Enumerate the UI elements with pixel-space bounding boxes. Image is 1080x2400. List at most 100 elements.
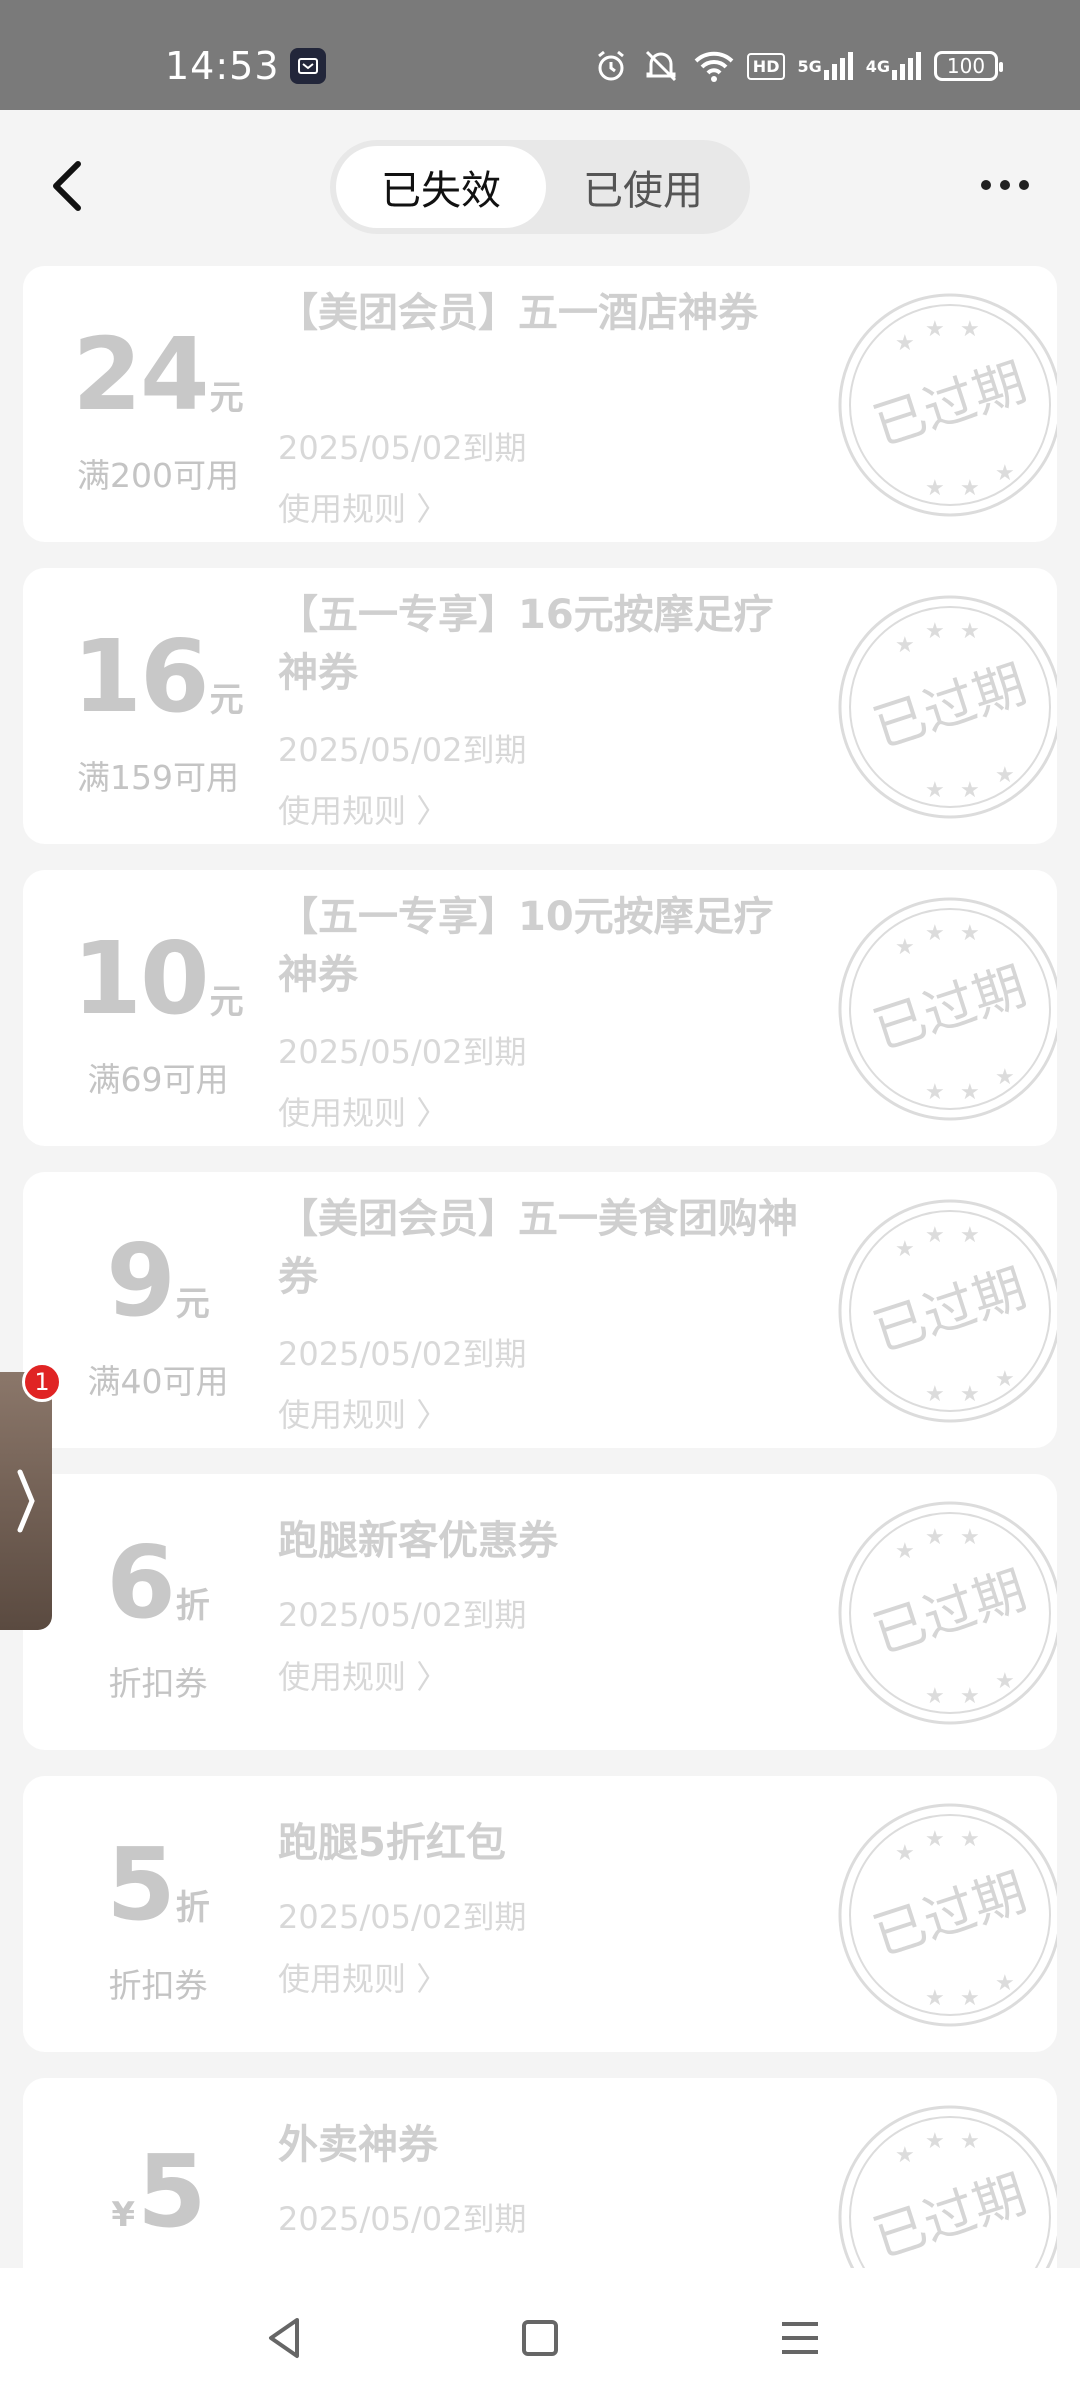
floating-side-tab[interactable] [0,1372,52,1630]
tab-used[interactable]: 已使用 [538,146,748,228]
svg-text:★: ★ [960,619,980,644]
notification-badge: 1 [22,1362,62,1402]
coupon-condition: 满200可用 [77,456,239,495]
svg-text:★: ★ [995,1367,1015,1392]
coupon-expiry: 2025/05/02到期 [278,731,527,769]
svg-text:已过期: 已过期 [867,654,1034,759]
svg-text:★: ★ [960,778,980,803]
svg-text:★: ★ [960,2129,980,2154]
triangle-back-icon [269,2318,299,2358]
svg-text:★: ★ [925,1684,945,1709]
coupon-expiry: 2025/05/02到期 [278,429,527,467]
coupon-amount: ¥5 [111,2133,206,2250]
svg-text:★: ★ [960,1525,980,1550]
more-dot-icon [981,180,991,190]
svg-text:★: ★ [895,1539,915,1564]
svg-text:★: ★ [995,1971,1015,1996]
hd-icon: HD [746,52,786,80]
svg-text:★: ★ [995,1669,1015,1694]
svg-text:已过期: 已过期 [867,1258,1034,1363]
status-segmented-control: 已失效 已使用 [330,140,750,234]
coupon-amount: 16元 [72,618,244,735]
expired-stamp-icon: ★ ★ ★ ★ ★ ★ 已过期 [838,1501,1057,1725]
tab-expired[interactable]: 已失效 [336,146,546,228]
svg-text:★: ★ [925,1080,945,1105]
svg-text:★: ★ [995,763,1015,788]
svg-text:★: ★ [960,1684,980,1709]
svg-text:★: ★ [925,778,945,803]
alarm-icon [593,48,629,84]
coupon-rules-link[interactable]: 使用规则 〉 [278,484,448,530]
coupon-title: 跑腿5折红包 [278,1820,506,1866]
svg-text:已过期: 已过期 [867,956,1034,1061]
coupon-amount: 6折 [106,1524,210,1641]
svg-text:★: ★ [960,1827,980,1852]
coupon-amount: 5折 [106,1826,210,1943]
coupon-amount: 9元 [106,1222,210,1339]
svg-text:★: ★ [960,1986,980,2011]
svg-text:★: ★ [960,1223,980,1248]
nav-menu-button[interactable] [770,2308,830,2368]
battery-icon: 100 [934,51,1003,81]
expired-stamp-icon: ★ ★ ★ ★ ★ ★ 已过期 [838,897,1057,1121]
coupon-expiry: 2025/05/02到期 [278,1335,527,1373]
coupon-rules-link[interactable]: 使用规则 〉 [278,1390,448,1436]
svg-text:★: ★ [995,461,1015,486]
coupon-condition: 折扣券 [108,1664,208,1703]
system-nav-bar [0,2268,1080,2400]
status-time: 14:53 [165,44,280,88]
coupon-rules-link[interactable]: 使用规则 〉 [278,1088,448,1134]
coupon-amount: 10元 [72,920,244,1037]
back-button[interactable] [40,150,100,220]
svg-text:★: ★ [895,1237,915,1262]
svg-text:★: ★ [895,2143,915,2168]
coupon-card[interactable]: 6折 折扣券 跑腿新客优惠券 2025/05/02到期 使用规则 〉 ★ ★ ★ ★… [23,1474,1057,1750]
menu-icon [782,2322,818,2354]
svg-text:★: ★ [960,921,980,946]
wifi-icon [693,49,735,83]
expired-stamp-icon: ★ ★ ★ ★ ★ ★ 已过期 [838,293,1057,517]
svg-text:已过期: 已过期 [867,352,1034,457]
coupon-card[interactable]: 9元 满40可用 【美团会员】五一美食团购神券 2025/05/02到期 使用规… [23,1172,1057,1448]
coupon-card[interactable]: ¥5 外卖神券 2025/05/02到期 ★ ★ ★ 已过期 [23,2078,1057,2268]
coupon-condition: 满69可用 [87,1060,229,1099]
coupon-card[interactable]: 10元 满69可用 【五一专享】10元按摩足疗神券 2025/05/02到期 使… [23,870,1057,1146]
chevron-right-icon: 〉 [416,1094,449,1132]
square-home-icon [522,2320,558,2356]
coupon-card[interactable]: 5折 折扣券 跑腿5折红包 2025/05/02到期 使用规则 〉 ★ ★ ★ ★ ★… [23,1776,1057,2052]
more-options-button[interactable] [970,165,1040,205]
svg-text:★: ★ [960,317,980,342]
chevron-right-icon: 〉 [416,1960,449,1998]
coupon-title: 【美团会员】五一美食团购神券 [278,1196,798,1300]
svg-text:★: ★ [925,317,945,342]
coupon-rules-link[interactable]: 使用规则 〉 [278,1954,448,2000]
svg-text:★: ★ [925,1525,945,1550]
svg-text:★: ★ [895,331,915,356]
svg-text:★: ★ [960,1382,980,1407]
coupon-title: 【五一专享】16元按摩足疗神券 [278,592,774,696]
coupon-card[interactable]: 16元 满159可用 【五一专享】16元按摩足疗神券 2025/05/02到期 … [23,568,1057,844]
coupon-card[interactable]: 24元 满200可用 【美团会员】五一酒店神券 2025/05/02到期 使用规… [23,266,1057,542]
status-icons: HD 5G 4G 100 [593,44,1003,88]
svg-text:★: ★ [925,2129,945,2154]
coupon-rules-link[interactable]: 使用规则 〉 [278,1652,448,1698]
expired-stamp-icon: ★ ★ ★ ★ ★ ★ 已过期 [838,595,1057,819]
expired-stamp-icon: ★ ★ ★ ★ ★ ★ 已过期 [838,1803,1057,2027]
coupon-title: 跑腿新客优惠券 [278,1518,558,1564]
more-dot-icon [1019,180,1029,190]
nav-back-button[interactable] [255,2308,315,2368]
svg-text:★: ★ [895,633,915,658]
mute-icon [641,48,681,84]
chevron-right-icon [17,1469,35,1533]
coupon-expiry: 2025/05/02到期 [278,1596,527,1634]
signal-4g-icon: 4G [866,50,922,82]
coupon-title: 【美团会员】五一酒店神券 [278,290,758,336]
nav-home-button[interactable] [510,2308,570,2368]
svg-text:★: ★ [925,619,945,644]
expired-stamp-icon: ★ ★ ★ ★ ★ ★ 已过期 [838,1199,1057,1423]
coupon-expiry: 2025/05/02到期 [278,2200,527,2238]
coupon-condition: 折扣券 [108,1966,208,2005]
header: 已失效 已使用 [0,110,1080,260]
chevron-right-icon: 〉 [416,792,449,830]
coupon-rules-link[interactable]: 使用规则 〉 [278,786,448,832]
